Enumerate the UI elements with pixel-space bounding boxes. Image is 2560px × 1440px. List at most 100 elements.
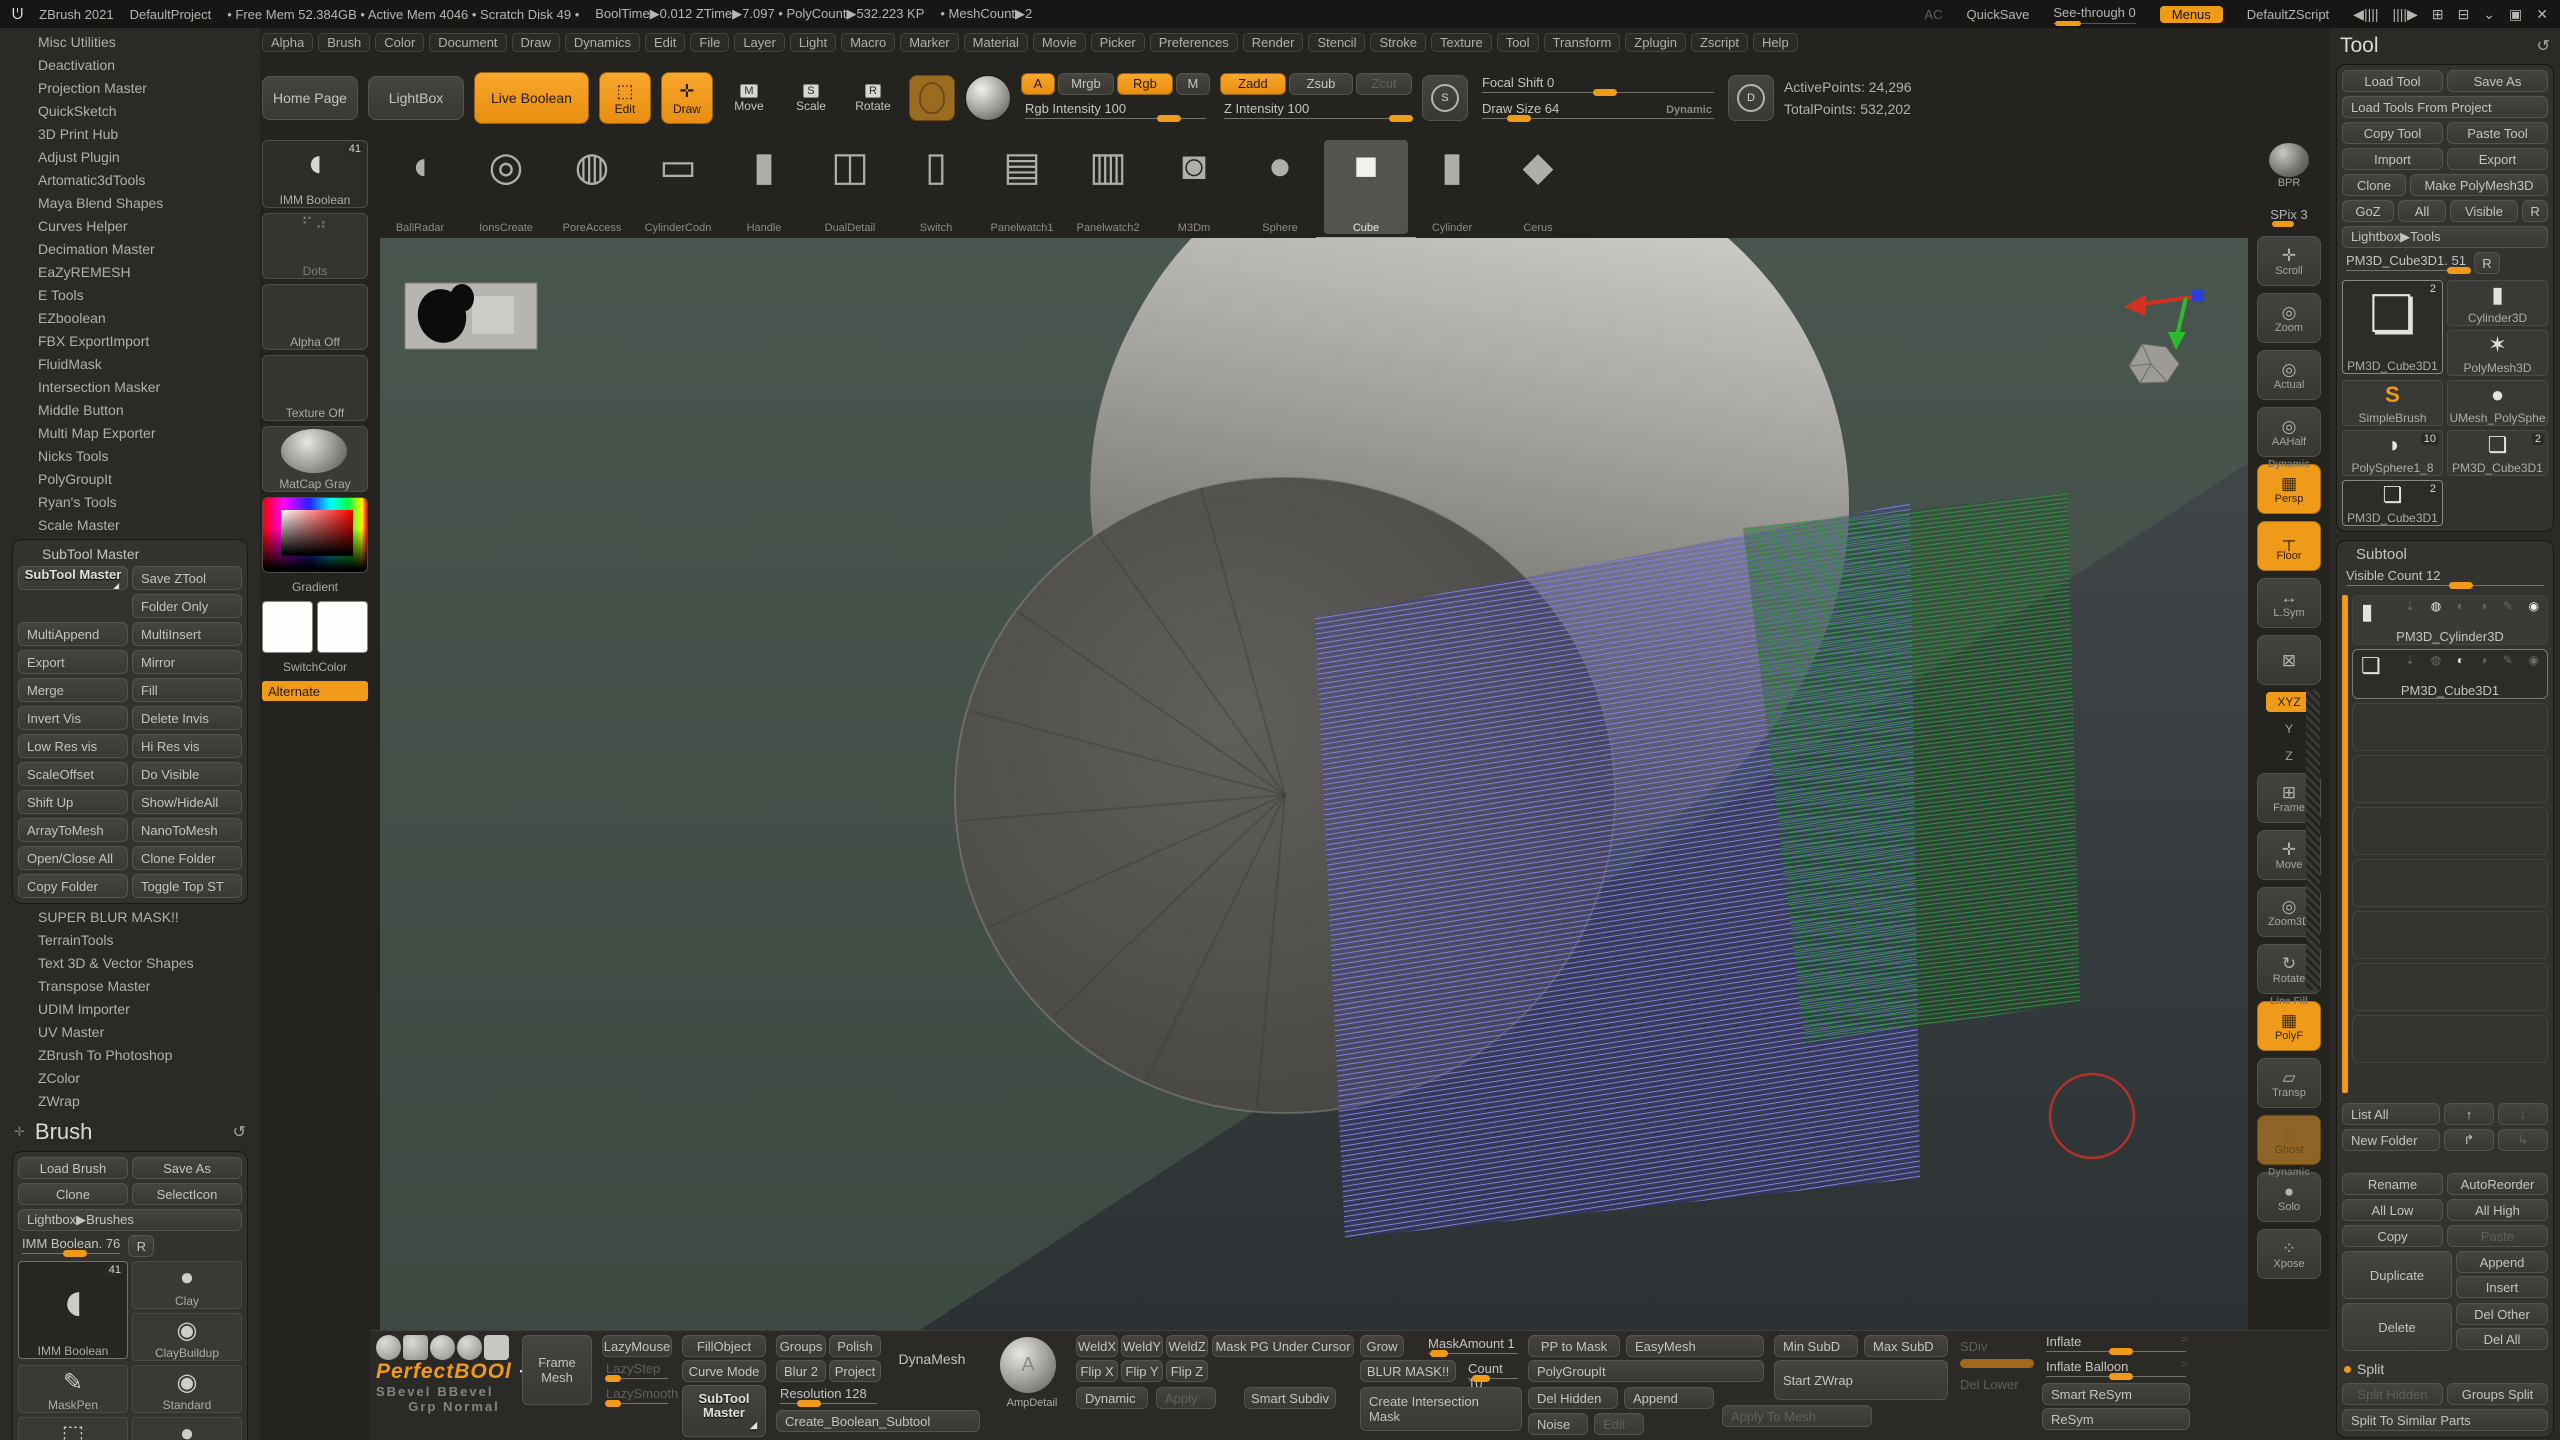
- dynamic-size-button[interactable]: D: [1727, 75, 1774, 121]
- all-high-button[interactable]: All High: [2447, 1199, 2548, 1221]
- resym-button[interactable]: ReSym: [2042, 1408, 2190, 1430]
- zplugin-item-fluidmask[interactable]: FluidMask: [0, 353, 260, 376]
- window-cascade-icon[interactable]: ⊟: [2458, 6, 2470, 23]
- move-up-button[interactable]: ↑: [2444, 1103, 2494, 1125]
- rename-button[interactable]: Rename: [2342, 1173, 2443, 1195]
- zplugin-item-3d-print-hub[interactable]: 3D Print Hub: [0, 123, 260, 146]
- zplugin-item-zwrap[interactable]: ZWrap: [0, 1090, 260, 1113]
- zplugin-item-eazyremesh[interactable]: EaZyREMESH: [0, 261, 260, 284]
- document-canvas[interactable]: [380, 126, 2248, 1330]
- shelf-spix-3[interactable]: SPix 3: [2258, 199, 2320, 229]
- stm-button-do-visible[interactable]: Do Visible: [132, 762, 242, 786]
- duplicate-button[interactable]: Duplicate: [2342, 1251, 2452, 1299]
- tray-collapse-right-icon[interactable]: ||||▶: [2393, 6, 2418, 23]
- zplugin-item-curves-helper[interactable]: Curves Helper: [0, 215, 260, 238]
- del-lower-label[interactable]: Del Lower: [1960, 1377, 2019, 1392]
- frame-mesh-button[interactable]: Frame Mesh: [522, 1335, 592, 1405]
- menu-material[interactable]: Material: [963, 32, 1028, 52]
- detach-icon[interactable]: ⁙: [2181, 1335, 2188, 1344]
- brush-thumb-smooth[interactable]: ●Smooth: [132, 1417, 242, 1440]
- tool-thumb-simplebrush[interactable]: S SimpleBrush: [2342, 380, 2443, 426]
- autoreorder-button[interactable]: AutoReorder: [2447, 1173, 2548, 1195]
- lightbox-button[interactable]: LightBox: [368, 76, 464, 120]
- scale-button[interactable]: S Scale: [785, 72, 837, 124]
- menu-color[interactable]: Color: [375, 32, 425, 52]
- move-button[interactable]: M Move: [723, 72, 775, 124]
- subtool-section-header[interactable]: Subtool: [2342, 546, 2548, 563]
- tool-thumb-pm3d-cube3d1[interactable]: ❏ PM3D_Cube3D1 2: [2342, 480, 2443, 526]
- slider-handle[interactable]: [2108, 1348, 2133, 1355]
- split-section-header[interactable]: Split: [2342, 1355, 2548, 1379]
- stm-button-nanotomesh[interactable]: NanoToMesh: [132, 818, 242, 842]
- paste-subtool-button[interactable]: Paste: [2447, 1225, 2548, 1247]
- stm-button-merge[interactable]: Merge: [18, 678, 128, 702]
- slider-handle[interactable]: [62, 1250, 87, 1257]
- draw-button[interactable]: ✛ Draw: [660, 72, 713, 124]
- shelf-transp[interactable]: ▱ Transp: [2257, 1058, 2321, 1108]
- create-intersection-mask-button[interactable]: Create Intersection Mask: [1360, 1387, 1522, 1431]
- menu-edit[interactable]: Edit: [644, 32, 686, 52]
- slider-handle[interactable]: [1157, 114, 1182, 122]
- menu-document[interactable]: Document: [429, 32, 507, 52]
- zsub-button[interactable]: Zsub: [1288, 72, 1353, 95]
- dynamesh-label[interactable]: DynaMesh: [884, 1335, 980, 1382]
- rgb-intensity-slider[interactable]: Rgb Intensity 100: [1021, 100, 1210, 122]
- menu-preferences[interactable]: Preferences: [1149, 32, 1238, 52]
- tool-palette-header[interactable]: Tool ↺: [2336, 30, 2554, 64]
- imm-mesh-panelwatch1[interactable]: ▤ Panelwatch1: [980, 140, 1064, 234]
- current-material-thumb[interactable]: MatCap Gray: [262, 426, 368, 492]
- polypaint-icon[interactable]: ✎: [2503, 653, 2513, 667]
- boolean-subtract-icon[interactable]: ◐: [2457, 599, 2464, 613]
- move-down-button[interactable]: ↓: [2498, 1103, 2548, 1125]
- min-subd-button[interactable]: Min SubD: [1774, 1335, 1858, 1357]
- imm-mesh-cerus[interactable]: ◆ Cerus: [1496, 140, 1580, 234]
- shelf-xpose[interactable]: ⁘ Xpose: [2257, 1229, 2321, 1279]
- goz-button[interactable]: GoZ: [2342, 200, 2394, 222]
- zplugin-item-multi-map-exporter[interactable]: Multi Map Exporter: [0, 422, 260, 445]
- imm-mesh-cube[interactable]: ■ Cube: [1316, 140, 1416, 242]
- zplugin-item-adjust-plugin[interactable]: Adjust Plugin: [0, 146, 260, 169]
- bbevel-button[interactable]: BBevel: [437, 1384, 493, 1399]
- live-boolean-button[interactable]: Live Boolean: [474, 72, 589, 124]
- stroke-curve-button[interactable]: S: [1421, 75, 1468, 121]
- menu-marker[interactable]: Marker: [900, 32, 959, 52]
- subtool-empty-slot[interactable]: [2352, 703, 2548, 751]
- tool-thumb-umesh-polysphe[interactable]: ● UMesh_PolySphe: [2447, 380, 2548, 426]
- imm-mesh-dualdetail[interactable]: ◫ DualDetail: [808, 140, 892, 234]
- start-zwrap-button[interactable]: Start ZWrap: [1774, 1360, 1948, 1400]
- shelf-floor[interactable]: ┬ Floor: [2257, 521, 2321, 571]
- goz-r-button[interactable]: R: [2522, 200, 2548, 222]
- quicksave-button[interactable]: QuickSave: [1966, 7, 2029, 22]
- zplugin-item-middle-button[interactable]: Middle Button: [0, 399, 260, 422]
- stm-button-hi-res-vis[interactable]: Hi Res vis: [132, 734, 242, 758]
- goz-visible-button[interactable]: Visible: [2450, 200, 2518, 222]
- restore-button[interactable]: ▣: [2509, 6, 2522, 23]
- tool-reset-icon[interactable]: ↺: [2537, 36, 2550, 56]
- sculptris-pro-button[interactable]: [908, 75, 955, 121]
- stm-button-save-ztool[interactable]: Save ZTool: [132, 566, 242, 590]
- slider-handle[interactable]: [1429, 1350, 1448, 1357]
- polish-button[interactable]: Polish: [829, 1335, 881, 1357]
- main-color-swatch[interactable]: [262, 601, 313, 653]
- stm-button-folder-only[interactable]: Folder Only: [132, 594, 242, 618]
- slider-handle[interactable]: [1593, 89, 1618, 96]
- stm-button-toggle-top-st[interactable]: Toggle Top ST: [132, 874, 242, 898]
- zplugin-item-udim-importer[interactable]: UDIM Importer: [0, 998, 260, 1021]
- shelf-persp[interactable]: Dynamic ▦ Persp: [2257, 459, 2321, 514]
- project-button[interactable]: Project: [829, 1360, 881, 1382]
- list-all-button[interactable]: List All: [2342, 1103, 2440, 1125]
- current-material-button[interactable]: [964, 75, 1011, 121]
- dynamic-button[interactable]: Dynamic: [1076, 1387, 1148, 1409]
- slider-handle[interactable]: [1506, 115, 1531, 122]
- slider-handle[interactable]: [1388, 114, 1413, 122]
- brush-restore-button[interactable]: R: [128, 1235, 155, 1257]
- brush-thumb-clay[interactable]: ● Clay: [132, 1261, 242, 1309]
- menu-zplugin[interactable]: Zplugin: [1625, 32, 1686, 52]
- menus-button[interactable]: Menus: [2159, 5, 2223, 23]
- see-through-slider[interactable]: See-through 0: [2053, 5, 2136, 26]
- zplugin-item-ezboolean[interactable]: EZboolean: [0, 307, 260, 330]
- polypaint-icon[interactable]: ✎: [2503, 599, 2513, 613]
- menu-picker[interactable]: Picker: [1090, 32, 1145, 52]
- menu-render[interactable]: Render: [1242, 32, 1304, 52]
- stm-button-mirror[interactable]: Mirror: [132, 650, 242, 674]
